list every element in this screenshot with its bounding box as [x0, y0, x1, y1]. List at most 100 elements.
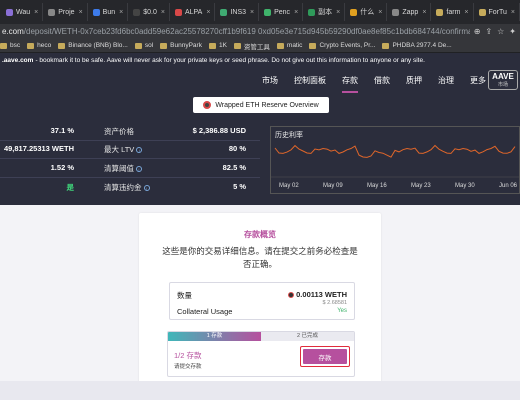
tab-favicon-icon: [133, 8, 141, 16]
bookmark-label: bsc: [10, 42, 21, 49]
url-bar[interactable]: e.com/deposit/WETH-0x7ceb23fd6bc0add59e6…: [0, 24, 520, 39]
bookmark-item[interactable]: heco: [27, 42, 51, 49]
history-date-label: Jun 06: [499, 183, 518, 189]
info-icon[interactable]: i: [136, 147, 143, 154]
tab-favicon-icon: [92, 8, 100, 16]
deposit-button[interactable]: 存款: [303, 349, 347, 364]
folder-icon: [58, 42, 66, 49]
tab-favicon-icon: [436, 8, 444, 16]
browser-tab[interactable]: Penc ×: [260, 3, 304, 21]
nav-item[interactable]: 市场: [262, 75, 278, 86]
tab-close-icon[interactable]: ×: [79, 9, 83, 16]
step-hint: 请提交存款: [174, 364, 202, 370]
bookmark-item[interactable]: BunnyPark: [160, 42, 202, 49]
folder-icon: [309, 42, 317, 49]
url-host: e.com: [2, 27, 24, 36]
confirmation-description: 这些是你的交易详细信息。请在提交之前务必检查是否正确。: [162, 246, 358, 269]
reserve-left-value: 1.52 %: [50, 163, 74, 172]
tab-close-icon[interactable]: ×: [422, 9, 426, 16]
reserve-row: 是 清算违约金 i 5 %: [0, 182, 260, 194]
bookmark-item[interactable]: matic: [276, 42, 302, 49]
bookmark-item[interactable]: 资管工具: [233, 41, 270, 51]
tab-close-icon[interactable]: ×: [34, 9, 38, 16]
nav-item[interactable]: 更多: [470, 75, 486, 86]
nav-item[interactable]: 治理: [438, 75, 454, 86]
star-icon[interactable]: ☆: [497, 27, 504, 36]
tab-close-icon[interactable]: ×: [464, 9, 468, 16]
banner-text: - bookmark it to be safe. Aave will neve…: [35, 56, 425, 64]
bookmark-item[interactable]: sol: [134, 42, 154, 49]
bookmarks-bar: bsc heco Binance (BNB) Blo... sol BunnyPark 1…: [0, 39, 520, 53]
tab-favicon-icon: [174, 8, 182, 16]
history-date-label: May 02: [279, 183, 299, 189]
browser-tab[interactable]: 副本 ×: [304, 3, 346, 21]
folder-icon: [0, 42, 7, 49]
tab-close-icon[interactable]: ×: [206, 9, 210, 16]
extensions-icon[interactable]: ✦: [509, 27, 516, 36]
amount-value-wrap: 0.00113 WETH: [288, 290, 347, 299]
nav-item[interactable]: 控制面板: [294, 75, 326, 86]
folder-icon: [382, 42, 390, 49]
tab-close-icon[interactable]: ×: [511, 9, 515, 16]
history-date-label: May 30: [455, 183, 475, 189]
browser-tab-bar: Wau × Proje × Bun × $0.0 × ALPA × INS3 × Penc × 副本 × 什么 ×…: [0, 0, 520, 24]
bookmark-item[interactable]: bsc: [0, 42, 20, 49]
browser-tab[interactable]: farm ×: [432, 3, 474, 21]
reserve-label-text: 最大 LTV: [104, 145, 135, 154]
bookmark-label: 1K: [218, 42, 227, 49]
bookmark-label: Crypto Events, Pr...: [319, 42, 376, 49]
tab-close-icon[interactable]: ×: [119, 9, 123, 16]
tab-label: 什么: [360, 9, 375, 16]
aave-logo[interactable]: AAVE 市场: [488, 70, 518, 90]
browser-tab[interactable]: Bun ×: [89, 3, 129, 21]
url-text[interactable]: e.com/deposit/WETH-0x7ceb23fd6bc0add59e6…: [0, 27, 470, 36]
bookmark-item[interactable]: Crypto Events, Pr...: [309, 42, 375, 49]
amount-label: 数量: [177, 291, 192, 300]
browser-tab[interactable]: ALPA ×: [171, 3, 216, 21]
step-count: 1/2 存款: [174, 351, 202, 360]
amount-summary: 数量 0.00113 WETH $ 2.68581 Collateral Usa…: [169, 282, 355, 320]
tab-close-icon[interactable]: ×: [336, 9, 340, 16]
info-icon[interactable]: i: [136, 166, 142, 173]
tab-label: ALPA: [184, 8, 203, 16]
nav-item[interactable]: 借款: [374, 75, 390, 86]
security-banner: .aave.com - bookmark it to be safe. Aave…: [0, 53, 520, 67]
nav-item[interactable]: 质押: [406, 75, 422, 86]
nav-item[interactable]: 存款: [342, 75, 358, 93]
main-content: 存款概览 这些是你的交易详细信息。请在提交之前务必检查是否正确。 数量 0.00…: [0, 205, 520, 400]
browser-tab[interactable]: $0.0 ×: [129, 3, 170, 21]
reserve-left-value: 49,817.25313 WETH: [3, 144, 74, 153]
amount-value: 0.00113 WETH: [296, 290, 347, 299]
bookmark-item[interactable]: 1K: [208, 42, 227, 49]
folder-icon: [233, 42, 241, 49]
weth-coin-icon: [203, 101, 212, 109]
tab-label: Penc: [274, 8, 291, 16]
step-progress: 1 存款 2 已完成: [168, 332, 354, 341]
reserve-label-text: 清算违约金: [104, 183, 142, 192]
zoom-icon[interactable]: ⊕: [474, 27, 481, 36]
bookmark-label: heco: [37, 42, 52, 49]
tab-close-icon[interactable]: ×: [250, 9, 254, 16]
history-date-label: May 23: [411, 183, 431, 189]
tab-close-icon[interactable]: ×: [161, 9, 165, 16]
app-navigation: 市场 控制面板 存款 借款 质押 治理 更多 AAVE 市场: [0, 67, 520, 93]
bookmark-item[interactable]: PHDBA 2977.4 De...: [382, 42, 452, 49]
browser-tab[interactable]: Wau ×: [2, 3, 44, 21]
browser-tab[interactable]: Proje ×: [44, 3, 88, 21]
browser-tab[interactable]: 什么 ×: [346, 3, 388, 21]
bookmark-item[interactable]: Binance (BNB) Blo...: [58, 42, 128, 49]
bookmark-label: sol: [144, 42, 154, 49]
collateral-label: Collateral Usage: [177, 307, 233, 316]
browser-tab[interactable]: INS3 ×: [216, 3, 260, 21]
confirmation-card: 存款概览 这些是你的交易详细信息。请在提交之前务必检查是否正确。 数量 0.00…: [139, 213, 381, 393]
browser-tab[interactable]: Zapp ×: [388, 3, 432, 21]
tab-close-icon[interactable]: ×: [294, 9, 298, 16]
tab-close-icon[interactable]: ×: [378, 9, 382, 16]
bookmark-label: 资管工具: [243, 43, 270, 51]
tab-favicon-icon: [264, 8, 272, 16]
browser-tab[interactable]: ForTu ×: [475, 3, 520, 21]
info-icon[interactable]: i: [143, 185, 150, 192]
share-icon[interactable]: ⇪: [485, 27, 492, 36]
folder-icon: [208, 42, 216, 49]
reserve-left-value: 是: [66, 183, 75, 192]
